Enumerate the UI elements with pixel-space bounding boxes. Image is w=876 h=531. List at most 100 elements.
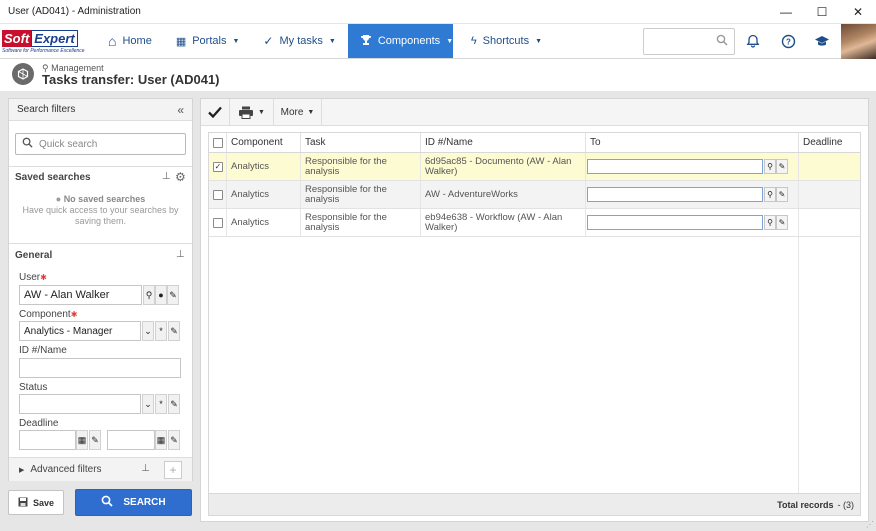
clear-icon[interactable]: ✎ — [89, 430, 101, 450]
id-name-input[interactable] — [19, 358, 181, 378]
no-saved-desc-1: Have quick access to your searches by — [22, 205, 179, 215]
to-user-input[interactable] — [587, 187, 763, 202]
nav-components-label: Components — [377, 35, 441, 47]
maximize-button[interactable]: ☐ — [804, 0, 840, 24]
clear-icon[interactable]: ✎ — [776, 159, 788, 174]
table-row[interactable]: Analytics Responsible for the analysis e… — [209, 209, 860, 237]
nav-components[interactable]: Components ▼ — [347, 24, 454, 58]
calendar-icon[interactable]: ▦ — [155, 430, 167, 450]
to-user-input[interactable] — [587, 215, 763, 230]
total-records-value: - (3) — [837, 499, 855, 510]
gear-icon[interactable]: ⚙ — [175, 170, 186, 184]
search-icon — [716, 34, 728, 49]
clear-icon[interactable]: ✎ — [168, 394, 180, 414]
row-select-cell — [209, 209, 227, 236]
clear-icon[interactable]: ✎ — [776, 187, 788, 202]
bell-icon[interactable] — [744, 32, 762, 50]
advanced-filters[interactable]: ▶ Advanced filters ⊥ + — [9, 457, 192, 481]
column-header-task[interactable]: Task — [301, 133, 421, 152]
resize-grip-icon[interactable]: ⋰ — [866, 520, 874, 529]
print-button[interactable]: ▼ — [230, 99, 274, 125]
more-menu-button[interactable]: More ▼ — [274, 99, 322, 125]
row-checkbox[interactable]: ✓ — [213, 161, 223, 172]
deadline-to-input[interactable] — [107, 430, 155, 450]
deadline-label: Deadline — [19, 418, 59, 429]
nav-my-tasks-label: My tasks — [279, 35, 323, 47]
more-label: More — [280, 106, 304, 118]
clear-icon[interactable]: ✎ — [167, 285, 179, 305]
pin-icon[interactable]: ⊥ — [162, 171, 171, 182]
column-header-deadline[interactable]: Deadline — [799, 133, 860, 152]
save-button[interactable]: Save — [8, 490, 64, 515]
nav-portals[interactable]: ▦ Portals ▼ — [164, 24, 252, 58]
nav-home[interactable]: ⌂ Home — [96, 24, 164, 58]
collapse-left-icon[interactable]: « — [177, 103, 184, 117]
chevron-down-icon: ▼ — [328, 37, 336, 45]
clear-icon[interactable]: ✎ — [168, 321, 180, 341]
management-icon — [12, 63, 34, 85]
cell-component: Analytics — [227, 181, 301, 208]
cell-deadline — [799, 209, 860, 236]
global-search-input[interactable] — [643, 28, 735, 55]
row-checkbox[interactable] — [213, 189, 223, 200]
row-checkbox[interactable] — [213, 217, 223, 228]
grid-toolbar: ▼ More ▼ — [201, 99, 868, 126]
search-button[interactable]: SEARCH — [75, 489, 192, 516]
softexpert-logo[interactable]: Soft Expert Software for Performance Exce… — [0, 24, 92, 59]
check-icon: ✓ — [263, 34, 274, 48]
filters-header: Search filters « — [9, 99, 192, 121]
nav-my-tasks[interactable]: ✓ My tasks ▼ — [251, 24, 347, 58]
column-header-id-name[interactable]: ID #/Name — [421, 133, 586, 152]
column-header-to[interactable]: To — [586, 133, 799, 152]
to-user-input[interactable] — [587, 159, 763, 174]
cell-component: Analytics — [227, 153, 301, 180]
user-field[interactable]: AW - Alan Walker — [19, 285, 142, 305]
row-select-cell — [209, 181, 227, 208]
logo-soft-text: Soft — [2, 29, 32, 47]
search-icon[interactable]: ⚲ — [764, 159, 776, 174]
component-select[interactable]: Analytics - Manager — [19, 321, 141, 341]
cell-id-name: eb94e638 - Workflow (AW - Alan Walker) — [421, 209, 586, 236]
nav-home-label: Home — [122, 35, 152, 47]
cell-deadline — [799, 153, 860, 180]
no-saved-title: No saved searches — [63, 194, 146, 204]
quick-search-input[interactable]: Quick search — [15, 133, 186, 155]
cell-id-name-line2: Walker) — [425, 165, 458, 177]
required-icon: ✱ — [40, 273, 47, 282]
close-button[interactable]: ✕ — [840, 0, 876, 24]
calendar-icon[interactable]: ▦ — [76, 430, 88, 450]
select-all-checkbox[interactable] — [213, 137, 223, 148]
status-select[interactable] — [19, 394, 141, 414]
search-icon[interactable]: ⚲ — [143, 285, 155, 305]
chevron-down-icon: ▼ — [446, 37, 454, 45]
deadline-from-input[interactable] — [19, 430, 76, 450]
graduation-cap-icon[interactable] — [813, 32, 831, 50]
chevron-down-icon[interactable]: ⌄ — [142, 321, 154, 341]
trophy-icon — [360, 34, 372, 49]
minimize-button[interactable]: — — [768, 0, 804, 24]
table-row[interactable]: ✓ Analytics Responsible for the analysis… — [209, 153, 860, 181]
pin-icon[interactable]: ⊥ — [176, 249, 185, 260]
confirm-button[interactable] — [201, 99, 230, 125]
pin-icon[interactable]: ⊥ — [141, 463, 150, 474]
asterisk-icon[interactable]: * — [155, 394, 167, 414]
table-footer: Total records - (3) — [209, 493, 860, 515]
chevron-down-icon[interactable]: ⌄ — [142, 394, 154, 414]
required-icon: ✱ — [70, 310, 78, 319]
save-button-label: Save — [32, 497, 55, 508]
user-avatar[interactable] — [841, 24, 876, 59]
tasks-grid-panel: ▼ More ▼ Component Task ID #/Name To Dea… — [200, 98, 869, 522]
search-icon[interactable]: ⚲ — [764, 215, 776, 230]
nav-shortcuts[interactable]: ϟ Shortcuts ▼ — [459, 24, 554, 58]
asterisk-icon[interactable]: * — [155, 321, 167, 341]
clear-icon[interactable]: ✎ — [168, 430, 180, 450]
clear-icon[interactable]: ✎ — [776, 215, 788, 230]
person-icon[interactable]: ● — [155, 285, 167, 305]
table-row[interactable]: Analytics Responsible for the analysis A… — [209, 181, 860, 209]
top-navigation: Soft Expert Software for Performance Exce… — [0, 24, 876, 59]
search-icon[interactable]: ⚲ — [764, 187, 776, 202]
divider — [9, 243, 192, 244]
add-filter-button[interactable]: + — [164, 461, 182, 479]
help-icon[interactable]: ? — [779, 32, 797, 50]
column-header-component[interactable]: Component — [227, 133, 301, 152]
